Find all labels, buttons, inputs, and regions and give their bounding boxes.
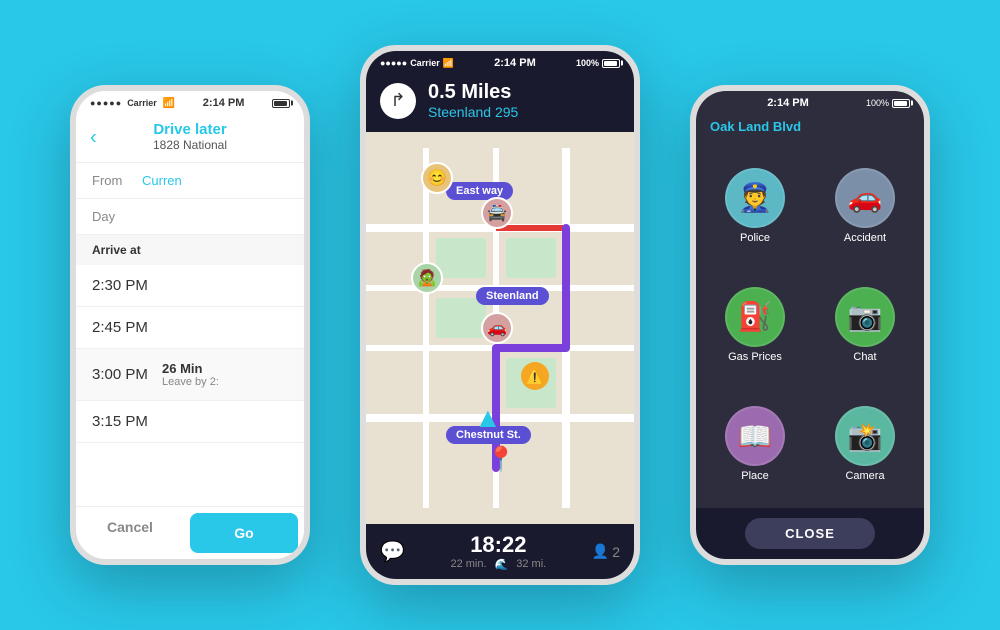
time-row-highlighted[interactable]: 3:00 PM 26 Min Leave by 2: xyxy=(76,349,304,401)
map-background: East way Steenland Chestnut St. 😊 🚔 🧟 🚗 … xyxy=(366,132,634,524)
phones-container: ●●●●● Carrier 📶 2:14 PM ‹ Drive later 18… xyxy=(50,25,950,605)
status-time: 2:14 PM xyxy=(203,97,245,109)
status-bar-left: ●●●●● Carrier 📶 2:14 PM xyxy=(76,91,304,113)
turn-arrow: ↱ xyxy=(380,83,416,119)
avatar-marker-3: 🧟 xyxy=(411,262,443,294)
menu-item-camera[interactable]: 📸 Camera xyxy=(814,389,916,500)
status-bar-center: ●●●●● Carrier 📶 2:14 PM 100% xyxy=(366,51,634,73)
form-section: From Curren Day xyxy=(76,163,304,235)
left-subtitle: 1828 National xyxy=(92,138,288,152)
place-label: Place xyxy=(741,470,769,482)
gas-icon: ⛽ xyxy=(725,287,785,347)
avatar-marker-4: 🚗 xyxy=(481,312,513,344)
time-row[interactable]: 2:45 PM xyxy=(76,307,304,349)
day-row: Day xyxy=(76,199,304,235)
phone-left: ●●●●● Carrier 📶 2:14 PM ‹ Drive later 18… xyxy=(70,85,310,565)
phone-center: ●●●●● Carrier 📶 2:14 PM 100% ↱ 0.5 Miles… xyxy=(360,45,640,585)
time-list: Arrive at 2:30 PM 2:45 PM 3:00 PM 26 Min… xyxy=(76,235,304,443)
accident-icon: 🚗 xyxy=(835,168,895,228)
menu-item-police[interactable]: 👮 Police xyxy=(704,150,806,261)
nav-header: ↱ 0.5 Miles Steenland 295 xyxy=(366,73,634,132)
menu-item-gas[interactable]: ⛽ Gas Prices xyxy=(704,269,806,380)
map-area[interactable]: East way Steenland Chestnut St. 😊 🚔 🧟 🚗 … xyxy=(366,132,634,524)
nav-time: 18:22 xyxy=(450,532,546,558)
close-button[interactable]: CLOSE xyxy=(745,518,875,549)
center-footer: 💬 18:22 22 min. 🌊 32 mi. 👤 2 xyxy=(366,524,634,579)
phone-right: 2:14 PM 100% Oak Land Blvd 👮 Police 🚗 xyxy=(690,85,930,565)
close-bar: CLOSE xyxy=(696,508,924,559)
gps-arrow: ▲ xyxy=(474,402,502,434)
back-button[interactable]: ‹ xyxy=(90,126,97,149)
status-bar-right: 2:14 PM 100% xyxy=(696,91,924,113)
chat-label: Chat xyxy=(853,351,876,363)
left-footer: Cancel Go xyxy=(76,506,304,559)
time-row[interactable]: 2:30 PM xyxy=(76,265,304,307)
from-label: From xyxy=(92,173,142,188)
police-icon: 👮 xyxy=(725,168,785,228)
camera-icon: 📸 xyxy=(835,406,895,466)
place-icon: 📖 xyxy=(725,406,785,466)
police-label: Police xyxy=(740,232,770,244)
nav-stats: 22 min. 🌊 32 mi. xyxy=(450,558,546,571)
from-row: From Curren xyxy=(76,163,304,199)
warning-marker: ⚠️ xyxy=(521,362,549,390)
menu-grid: 👮 Police 🚗 Accident ⛽ Gas Prices 📷 Chat xyxy=(696,142,924,508)
chat-icon[interactable]: 💬 xyxy=(380,539,405,564)
arrive-header: Arrive at xyxy=(76,235,304,265)
left-title: Drive later xyxy=(92,121,288,138)
chat-menu-icon: 📷 xyxy=(835,287,895,347)
right-time: 2:14 PM xyxy=(767,97,809,109)
right-top-bar: Oak Land Blvd xyxy=(696,113,924,142)
passengers-count: 👤 2 xyxy=(592,543,620,560)
signal-dots: ●●●●● Carrier 📶 xyxy=(90,98,175,109)
center-time: 2:14 PM xyxy=(494,57,536,69)
menu-item-accident[interactable]: 🚗 Accident xyxy=(814,150,916,261)
location-pin: 📍 xyxy=(486,445,516,474)
nav-info: 0.5 Miles Steenland 295 xyxy=(428,81,518,120)
day-label: Day xyxy=(92,209,142,224)
nav-distance: 0.5 Miles xyxy=(428,81,518,104)
menu-item-place[interactable]: 📖 Place xyxy=(704,389,806,500)
nav-street: Steenland 295 xyxy=(428,104,518,120)
from-value: Curren xyxy=(142,173,182,188)
gas-label: Gas Prices xyxy=(728,351,782,363)
time-row[interactable]: 3:15 PM xyxy=(76,401,304,443)
left-header: ‹ Drive later 1828 National xyxy=(76,113,304,163)
avatar-marker-1: 😊 xyxy=(421,162,453,194)
cancel-button[interactable]: Cancel xyxy=(76,507,184,559)
battery-area xyxy=(272,99,290,108)
go-button[interactable]: Go xyxy=(190,513,298,553)
avatar-marker-2: 🚔 xyxy=(481,197,513,229)
accident-label: Accident xyxy=(844,232,886,244)
camera-label: Camera xyxy=(845,470,884,482)
menu-item-chat[interactable]: 📷 Chat xyxy=(814,269,916,380)
steenland-label: Steenland xyxy=(476,287,549,305)
